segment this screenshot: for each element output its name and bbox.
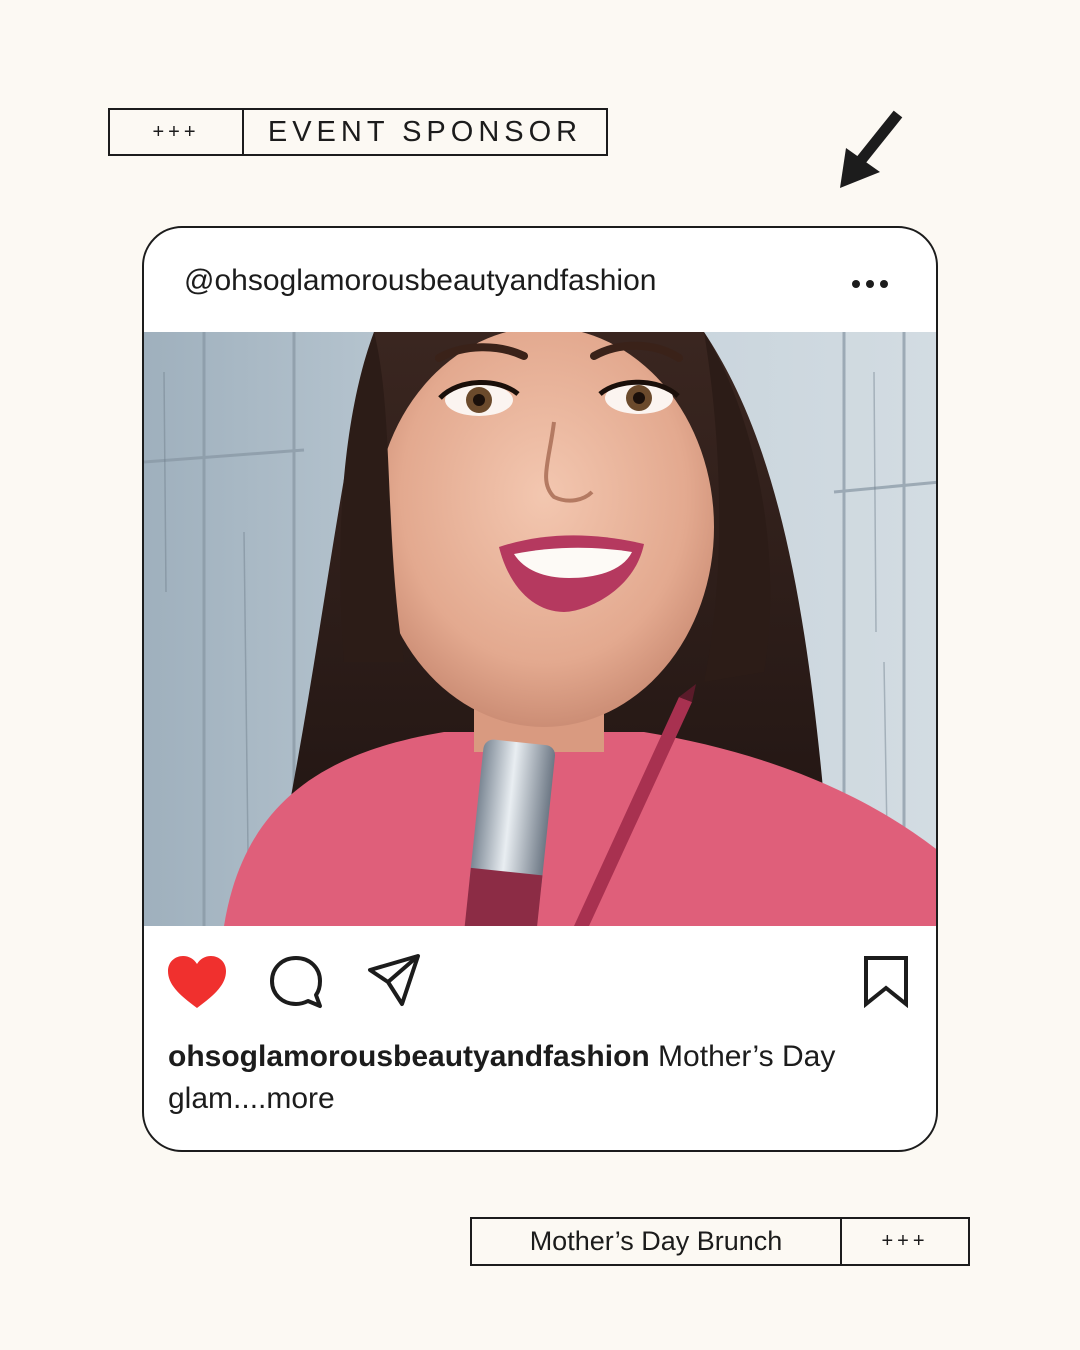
sparkle-stars: +++	[110, 110, 244, 154]
post-caption: ohsoglamorousbeautyandfashion Mother’s D…	[168, 1036, 908, 1120]
post-actions	[144, 926, 936, 1036]
heart-icon[interactable]	[166, 954, 228, 1010]
event-name-text: Mother’s Day Brunch	[472, 1219, 842, 1264]
arrow-down-left-icon	[840, 110, 903, 188]
more-options-icon[interactable]	[852, 280, 888, 290]
event-sponsor-label: +++ EVENT SPONSOR	[108, 108, 608, 156]
caption-username[interactable]: ohsoglamorousbeautyandfashion	[168, 1040, 650, 1073]
bookmark-icon[interactable]	[862, 954, 910, 1008]
post-handle[interactable]: @ohsoglamorousbeautyandfashion	[184, 264, 656, 298]
post-photo	[144, 332, 936, 926]
post-header: @ohsoglamorousbeautyandfashion	[144, 228, 936, 332]
send-icon[interactable]	[366, 952, 422, 1008]
comment-icon[interactable]	[268, 954, 324, 1010]
instagram-post-card: @ohsoglamorousbeautyandfashion ohsoglamo…	[142, 226, 938, 1152]
sparkle-stars: +++	[881, 1230, 929, 1252]
event-sponsor-text: EVENT SPONSOR	[267, 115, 583, 148]
event-name-label: Mother’s Day Brunch +++	[470, 1217, 970, 1266]
